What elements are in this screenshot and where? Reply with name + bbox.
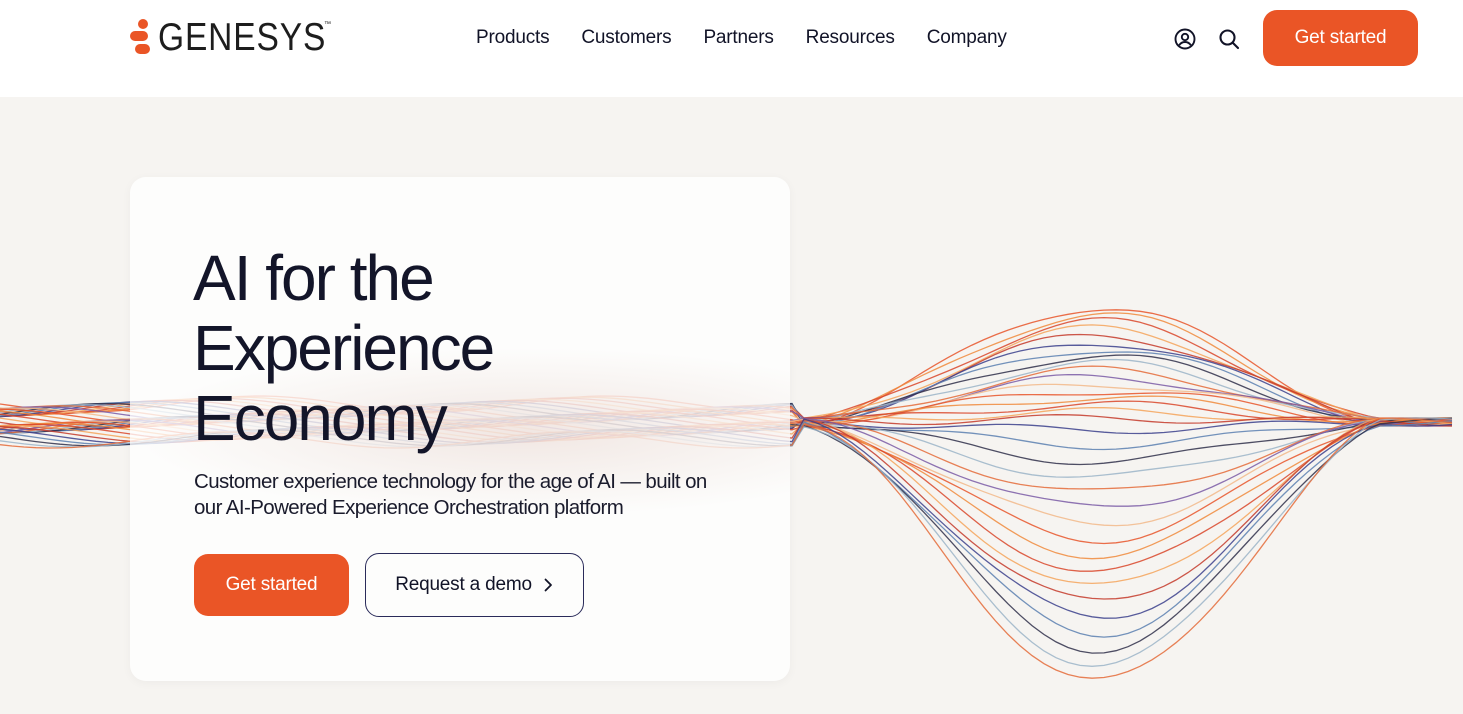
get-started-nav-button[interactable]: Get started [1263,10,1418,66]
request-demo-button[interactable]: Request a demo [365,553,584,617]
top-navigation: GENESYS ™ Products Customers Partners Re… [0,0,1463,97]
search-icon[interactable] [1217,27,1241,51]
get-started-button[interactable]: Get started [194,554,349,616]
hero-section: AI for the Experience Economy Customer e… [0,97,1463,714]
nav-link-customers[interactable]: Customers [581,26,671,50]
headline-line: AI for the [193,242,435,314]
main-menu: Products Customers Partners Resources Co… [476,26,1007,50]
genesys-logo[interactable]: GENESYS ™ [128,17,354,59]
chevron-right-icon [544,578,552,592]
hero-headline: AI for the Experience Economy [193,243,713,453]
trademark-symbol: ™ [324,21,331,28]
nav-link-company[interactable]: Company [927,26,1007,50]
headline-line: Economy [193,382,448,454]
headline-line: Experience [193,312,495,384]
user-icon[interactable] [1173,27,1197,51]
nav-link-products[interactable]: Products [476,26,550,50]
logo-wordmark: GENESYS [158,16,327,59]
hero-card: AI for the Experience Economy Customer e… [130,177,790,681]
genesys-logo-mark [128,17,152,59]
nav-link-resources[interactable]: Resources [806,26,895,50]
nav-link-partners[interactable]: Partners [703,26,773,50]
hero-subtext: Customer experience technology for the a… [194,470,707,519]
request-demo-label: Request a demo [395,574,532,595]
